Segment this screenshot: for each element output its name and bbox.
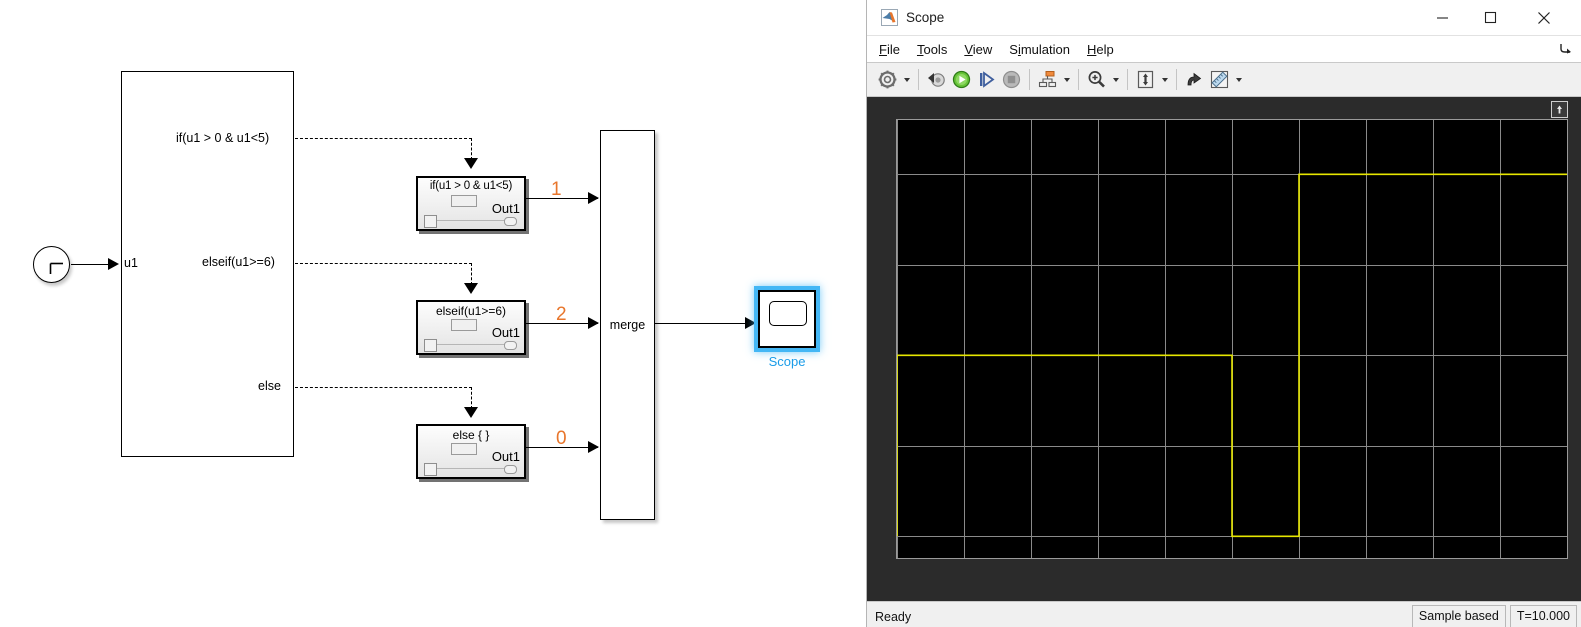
action-subsystem-1[interactable]: if(u1 > 0 & u1<5) Out1 — [416, 176, 526, 231]
clock-icon — [49, 262, 63, 274]
if-condition-label-2: elseif(u1>=6) — [202, 255, 275, 269]
control-line-1-v — [471, 138, 472, 160]
scope-toolbar — [867, 63, 1581, 97]
wire-merge-to-scope — [655, 323, 748, 324]
action-subsystem-3-out-label: Out1 — [491, 449, 520, 464]
arrowhead — [464, 407, 478, 418]
arrowhead — [108, 258, 119, 270]
subsystem-slider-knob-left — [424, 463, 437, 476]
control-line-2-h — [295, 263, 472, 264]
arrowhead — [588, 441, 599, 453]
simulink-canvas: u1 if(u1 > 0 & u1<5) elseif(u1>=6) else … — [0, 0, 866, 627]
subsystem-slider-knob-left — [424, 215, 437, 228]
action-subsystem-2-out-label: Out1 — [491, 325, 520, 340]
zoom-dropdown-caret[interactable] — [1109, 67, 1122, 92]
gridline-x — [1567, 120, 1568, 558]
menu-help[interactable]: Help — [1087, 43, 1114, 56]
subsystem-minibox — [451, 319, 477, 331]
menu-simulation[interactable]: Simulation — [1009, 43, 1070, 56]
measurements-icon[interactable] — [1207, 67, 1232, 92]
scope-window: Scope File Tools View Simulation Help Re… — [866, 0, 1581, 627]
signal-selector-dropdown-caret[interactable] — [1060, 67, 1073, 92]
action-subsystem-2[interactable]: elseif(u1>=6) Out1 — [416, 300, 526, 355]
undock-arrow-icon[interactable] — [1559, 41, 1573, 55]
status-frame-mode: Sample based — [1411, 605, 1506, 627]
signal-plot — [897, 173, 1567, 538]
step-back-icon[interactable] — [924, 67, 949, 92]
autoscale-dropdown-caret[interactable] — [1158, 67, 1171, 92]
scope-menubar: File Tools View Simulation Help — [867, 36, 1581, 63]
subsystem-slider-track — [430, 220, 514, 221]
run-icon[interactable] — [949, 67, 974, 92]
legend-pin-icon[interactable] — [1551, 101, 1568, 118]
status-message: Ready — [875, 609, 912, 624]
toolbar-separator — [1176, 69, 1177, 90]
if-condition-label-3: else — [258, 379, 281, 393]
action-subsystem-2-title: elseif(u1>=6) — [435, 304, 507, 318]
minimize-icon[interactable] — [1419, 0, 1465, 35]
scope-plot-region: 01234567891000.511.52 — [867, 97, 1581, 601]
measurements-dropdown-caret[interactable] — [1232, 67, 1245, 92]
subsystem-minibox — [451, 195, 477, 207]
toolbar-separator — [918, 69, 919, 90]
if-block-input-label: u1 — [124, 256, 138, 270]
clock-block[interactable] — [33, 246, 70, 283]
cursor-measurements-icon[interactable] — [1182, 67, 1207, 92]
subsystem-slider-track — [430, 344, 514, 345]
toolbar-separator — [1127, 69, 1128, 90]
menu-tools[interactable]: Tools — [917, 43, 947, 56]
scope-screen-icon — [769, 301, 807, 326]
signal-number-3: 0 — [556, 428, 567, 449]
stop-icon[interactable] — [999, 67, 1024, 92]
close-icon[interactable] — [1521, 0, 1567, 35]
subsystem-minibox — [451, 443, 477, 455]
subsystem-slider-knob-left — [424, 339, 437, 352]
scope-block-label: Scope — [768, 354, 806, 369]
signal-number-2: 2 — [556, 304, 567, 325]
control-line-2-v — [471, 263, 472, 285]
scope-window-title: Scope — [906, 10, 945, 25]
subsystem-slider-knob-right — [504, 341, 517, 350]
merge-block[interactable]: merge — [600, 130, 655, 520]
scope-statusbar: Ready Sample based T=10.000 — [867, 601, 1581, 627]
scope-block[interactable] — [758, 290, 816, 348]
configuration-properties-icon[interactable] — [875, 67, 900, 92]
if-condition-label-1: if(u1 > 0 & u1<5) — [176, 131, 270, 145]
step-forward-icon[interactable] — [974, 67, 999, 92]
arrowhead — [464, 158, 478, 169]
matlab-icon — [881, 9, 898, 26]
arrowhead — [588, 317, 599, 329]
scope-axes[interactable]: 01234567891000.511.52 — [896, 119, 1568, 559]
control-line-3-h — [295, 387, 472, 388]
arrowhead — [464, 283, 478, 294]
action-subsystem-1-out-label: Out1 — [491, 201, 520, 216]
arrowhead — [588, 192, 599, 204]
subsystem-slider-knob-right — [504, 465, 517, 474]
toolbar-separator — [1078, 69, 1079, 90]
control-line-3-v — [471, 387, 472, 409]
zoom-in-icon[interactable] — [1084, 67, 1109, 92]
arrowhead — [745, 317, 756, 329]
maximize-icon[interactable] — [1467, 0, 1513, 35]
action-subsystem-3[interactable]: else { } Out1 — [416, 424, 526, 479]
action-subsystem-1-title: if(u1 > 0 & u1<5) — [429, 180, 513, 192]
toolbar-separator — [1029, 69, 1030, 90]
signal-trace — [897, 173, 1567, 538]
subsystem-slider-track — [430, 468, 514, 469]
menu-file[interactable]: File — [879, 43, 900, 56]
signal-number-1: 1 — [551, 179, 562, 200]
action-subsystem-3-title: else { } — [452, 428, 490, 442]
app-root: u1 if(u1 > 0 & u1<5) elseif(u1>=6) else … — [0, 0, 1581, 627]
configuration-dropdown-caret[interactable] — [900, 67, 913, 92]
menu-view[interactable]: View — [964, 43, 992, 56]
scope-window-titlebar: Scope — [867, 0, 1581, 36]
subsystem-slider-knob-right — [504, 217, 517, 226]
status-time: T=10.000 — [1509, 605, 1577, 627]
control-line-1-h — [295, 138, 472, 139]
autoscale-icon[interactable] — [1133, 67, 1158, 92]
merge-block-label: merge — [609, 318, 646, 332]
signal-selector-icon[interactable] — [1035, 67, 1060, 92]
wire-clock-to-if — [71, 264, 113, 265]
